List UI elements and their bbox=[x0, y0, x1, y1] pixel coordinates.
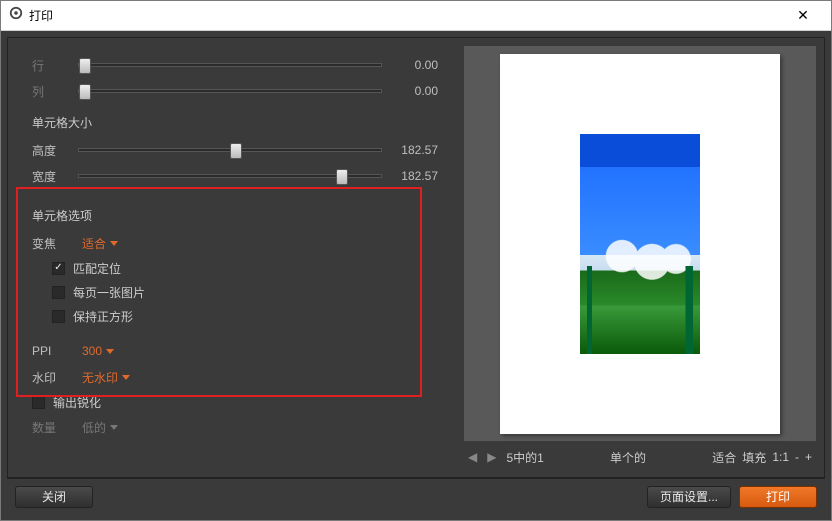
fit-button[interactable]: 适合 bbox=[712, 449, 736, 466]
ppi-value: 300 bbox=[82, 344, 102, 358]
row-slider[interactable] bbox=[78, 63, 382, 67]
height-slider[interactable] bbox=[78, 148, 382, 152]
preview-panel: ◀ ▶ 5中的1 单个的 适合 填充 1:1 - + bbox=[460, 42, 820, 473]
amount-value: 低的 bbox=[82, 419, 106, 436]
chevron-down-icon bbox=[106, 349, 114, 354]
window-title: 打印 bbox=[29, 7, 53, 24]
zoom-dropdown[interactable]: 适合 bbox=[82, 235, 118, 252]
close-button[interactable]: 关闭 bbox=[15, 486, 93, 508]
amount-dropdown[interactable]: 低的 bbox=[82, 419, 118, 436]
col-label: 列 bbox=[32, 83, 70, 100]
keep-square-label: 保持正方形 bbox=[73, 308, 133, 325]
chevron-down-icon bbox=[110, 241, 118, 246]
chevron-down-icon bbox=[122, 375, 130, 380]
col-value: 0.00 bbox=[390, 84, 438, 98]
one-per-page-checkbox[interactable] bbox=[52, 286, 65, 299]
next-page-button[interactable]: ▶ bbox=[487, 450, 496, 464]
chevron-down-icon bbox=[110, 425, 118, 430]
amount-label: 数量 bbox=[32, 419, 82, 436]
zoom-label: 变焦 bbox=[32, 235, 82, 252]
ppi-dropdown[interactable]: 300 bbox=[82, 344, 114, 358]
col-slider[interactable] bbox=[78, 89, 382, 93]
zoom-value: 适合 bbox=[82, 235, 106, 252]
app-icon bbox=[9, 6, 23, 25]
width-slider[interactable] bbox=[78, 174, 382, 178]
align-checkbox[interactable] bbox=[52, 262, 65, 275]
zoom-in-button[interactable]: + bbox=[805, 450, 812, 464]
page-counter: 5中的1 bbox=[506, 449, 543, 466]
paper-preview bbox=[500, 54, 780, 434]
prev-page-button[interactable]: ◀ bbox=[468, 450, 477, 464]
width-label: 宽度 bbox=[32, 168, 70, 185]
watermark-label: 水印 bbox=[32, 369, 82, 386]
ppi-label: PPI bbox=[32, 344, 82, 358]
preview-area bbox=[464, 46, 816, 441]
one-per-page-label: 每页一张图片 bbox=[73, 284, 145, 301]
print-button[interactable]: 打印 bbox=[739, 486, 817, 508]
cell-options-title: 单元格选项 bbox=[32, 207, 438, 224]
output-sharpen-label: 输出锐化 bbox=[53, 394, 101, 411]
mode-label[interactable]: 单个的 bbox=[610, 449, 646, 466]
watermark-dropdown[interactable]: 无水印 bbox=[82, 369, 130, 386]
zoom-out-button[interactable]: - bbox=[795, 450, 799, 464]
height-label: 高度 bbox=[32, 142, 70, 159]
fill-button[interactable]: 填充 bbox=[742, 449, 766, 466]
row-label: 行 bbox=[32, 57, 70, 74]
row-value: 0.00 bbox=[390, 58, 438, 72]
keep-square-checkbox[interactable] bbox=[52, 310, 65, 323]
photo-preview bbox=[580, 134, 700, 354]
watermark-value: 无水印 bbox=[82, 369, 118, 386]
settings-panel: 行 0.00 列 0.00 单元格大小 bbox=[12, 42, 454, 473]
output-sharpen-checkbox[interactable] bbox=[32, 396, 45, 409]
zoom-ratio[interactable]: 1:1 bbox=[772, 450, 789, 464]
cell-size-title: 单元格大小 bbox=[32, 114, 438, 131]
close-icon[interactable]: ✕ bbox=[783, 1, 823, 31]
align-label: 匹配定位 bbox=[73, 260, 121, 277]
width-value: 182.57 bbox=[390, 169, 438, 183]
height-value: 182.57 bbox=[390, 143, 438, 157]
page-setup-button[interactable]: 页面设置... bbox=[647, 486, 731, 508]
